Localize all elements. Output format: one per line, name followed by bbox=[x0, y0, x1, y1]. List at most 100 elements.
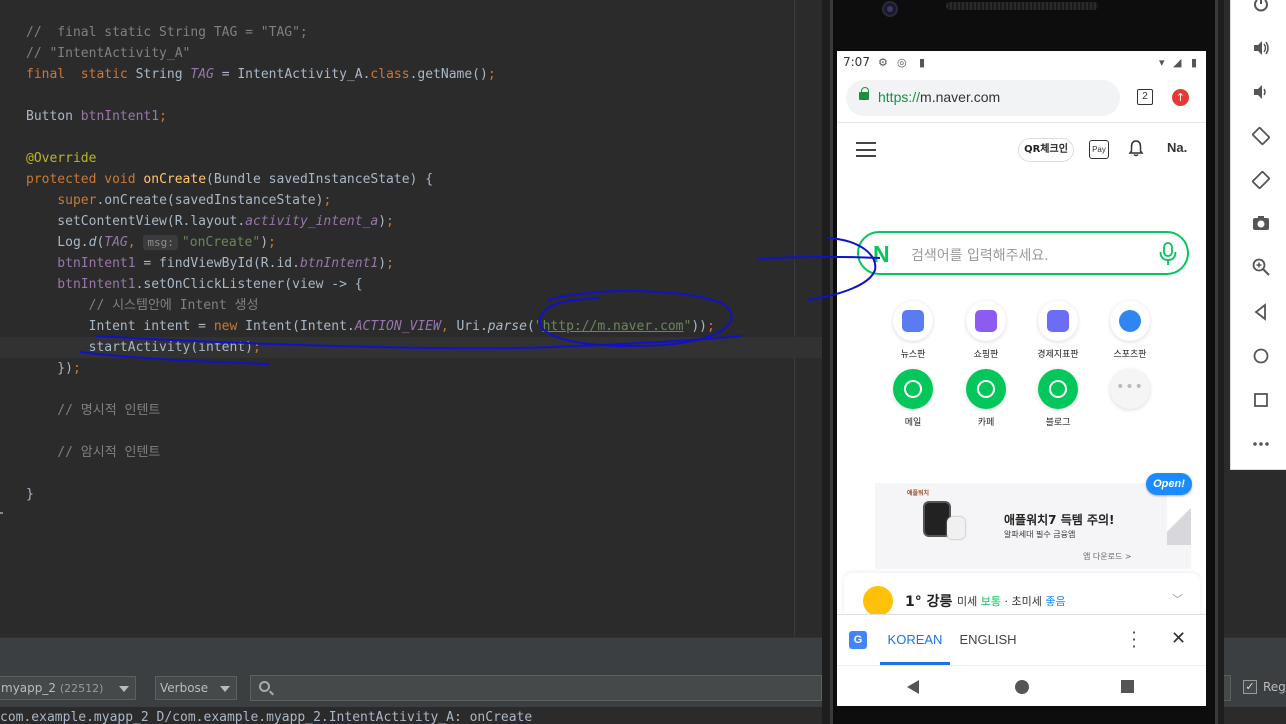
code-token: , bbox=[440, 319, 457, 334]
back-icon[interactable] bbox=[1251, 302, 1271, 322]
code-line[interactable]: // 암시적 인텐트 bbox=[0, 442, 160, 463]
camera-icon bbox=[882, 1, 898, 17]
code-line[interactable]: @Override bbox=[0, 148, 96, 169]
shortcut-glyph bbox=[1049, 380, 1067, 398]
code-token: ) bbox=[378, 214, 387, 229]
tab-english[interactable]: ENGLISH bbox=[955, 615, 1021, 665]
shortcut-item[interactable]: 경제지표판 bbox=[1028, 301, 1088, 360]
dust-mid: · 초미세 bbox=[1001, 595, 1046, 608]
shortcut-label: 카페 bbox=[977, 418, 995, 428]
code-line[interactable]: btnIntent1 = findViewById(R.id.btnIntent… bbox=[0, 253, 394, 274]
back-icon[interactable] bbox=[907, 680, 919, 694]
logcat-search-input[interactable] bbox=[250, 675, 822, 701]
banner-download-link[interactable]: 앱 다운로드 > bbox=[1083, 551, 1132, 562]
shortcut-item[interactable]: 메일 bbox=[883, 369, 943, 428]
code-line[interactable] bbox=[0, 421, 26, 442]
shortcut-item[interactable]: 블로그 bbox=[1028, 369, 1088, 428]
close-icon[interactable]: ✕ bbox=[1171, 628, 1186, 649]
address-bar[interactable]: https://m.naver.com bbox=[846, 80, 1120, 116]
menu-icon[interactable] bbox=[856, 142, 876, 157]
code-line[interactable]: btnIntent1.setOnClickListener(view -> { bbox=[0, 274, 362, 295]
code-token: onCreate bbox=[143, 172, 207, 187]
profile-avatar[interactable]: Na. bbox=[1167, 140, 1187, 155]
translate-bar: G KOREAN ENGLISH · · · ✕ bbox=[837, 614, 1206, 665]
code-line[interactable]: setContentView(R.layout.activity_intent_… bbox=[0, 211, 394, 232]
pay-icon[interactable]: Pay bbox=[1089, 140, 1109, 159]
log-level-select[interactable]: Verbose bbox=[155, 676, 237, 700]
code-line[interactable]: final static String TAG = IntentActivity… bbox=[0, 64, 496, 85]
code-line[interactable]: // 명시적 인텐트 bbox=[0, 400, 160, 421]
shortcut-label: 뉴스판 bbox=[900, 350, 926, 360]
shortcut-icon bbox=[1038, 369, 1078, 409]
code-line[interactable]: Intent intent = new Intent(Intent.ACTION… bbox=[0, 316, 715, 337]
update-icon[interactable]: ↑ bbox=[1172, 89, 1189, 106]
qr-checkin-button[interactable]: QR체크인 bbox=[1018, 138, 1074, 162]
rotate-right-icon[interactable] bbox=[1251, 170, 1271, 190]
code-token: // "IntentActivity_A" bbox=[26, 46, 191, 61]
code-editor[interactable]: // final static String TAG = "TAG"; // "I… bbox=[0, 0, 822, 637]
rotate-left-icon[interactable] bbox=[1251, 126, 1271, 146]
dust-value-fine: 보통 bbox=[980, 595, 1001, 608]
home-icon[interactable] bbox=[1015, 680, 1029, 694]
shortcut-item[interactable]: 쇼핑판 bbox=[956, 301, 1016, 360]
process-select[interactable]: myapp_2 (22512) bbox=[0, 676, 136, 700]
code-token: ) bbox=[378, 256, 387, 271]
code-token: startActivity(intent) bbox=[26, 340, 253, 355]
tab-switcher-button[interactable]: 2 bbox=[1137, 89, 1153, 105]
chevron-down-icon[interactable]: ﹀ bbox=[1172, 591, 1183, 607]
code-line[interactable]: super.onCreate(savedInstanceState); bbox=[0, 190, 331, 211]
phone-screen[interactable]: 7:07 ⚙ ◎ ▮ ▾ ◢ ▮ https://m.naver.com 2 ↑… bbox=[837, 51, 1206, 706]
recents-icon[interactable] bbox=[1121, 680, 1134, 693]
code-line[interactable] bbox=[0, 127, 26, 148]
shortcut-item[interactable]: 스포츠판 bbox=[1100, 301, 1160, 360]
banner-brand: 애플워치 bbox=[907, 490, 930, 497]
code-line[interactable]: protected void onCreate(Bundle savedInst… bbox=[0, 169, 433, 190]
power-icon[interactable] bbox=[1251, 0, 1271, 14]
shortcut-item[interactable]: ••• bbox=[1100, 369, 1160, 415]
code-token: Uri. bbox=[456, 319, 488, 334]
bell-icon[interactable] bbox=[1127, 139, 1145, 157]
code-token: ; bbox=[706, 319, 715, 334]
open-badge[interactable]: Open! bbox=[1146, 473, 1192, 495]
overview-icon[interactable] bbox=[1251, 390, 1271, 410]
code-token: TAG bbox=[190, 67, 214, 82]
status-time: 7:07 bbox=[843, 55, 870, 69]
shortcut-glyph bbox=[902, 310, 924, 332]
code-line[interactable] bbox=[0, 463, 26, 484]
naver-search-input[interactable]: N 검색어를 입력해주세요. bbox=[857, 231, 1189, 275]
page-curl bbox=[1167, 495, 1191, 545]
ad-banner[interactable]: 애플워치 애플워치7 득템 주의! 알파세대 필수 금융앱 앱 다운로드 > O… bbox=[837, 473, 1206, 573]
more-options-icon[interactable]: · · · bbox=[1130, 625, 1138, 655]
code-line[interactable]: startActivity(intent); bbox=[0, 337, 822, 358]
url-host: m.naver.com bbox=[920, 89, 1001, 105]
code-token: protected bbox=[26, 172, 97, 187]
code-line[interactable]: // "IntentActivity_A" bbox=[0, 43, 190, 64]
code-line[interactable]: // 시스템안에 Intent 생성 bbox=[0, 295, 259, 316]
code-line[interactable]: Log.d(TAG, msg: "onCreate"); bbox=[0, 232, 276, 253]
code-line[interactable]: // final static String TAG = "TAG"; bbox=[0, 22, 308, 43]
zoom-icon[interactable] bbox=[1251, 257, 1271, 277]
shortcut-item[interactable]: 카페 bbox=[956, 369, 1016, 428]
regex-label: Rege bbox=[1263, 680, 1286, 694]
mic-icon[interactable] bbox=[1157, 242, 1179, 266]
tab-korean[interactable]: KOREAN bbox=[880, 615, 950, 665]
camera-screenshot-icon[interactable] bbox=[1251, 213, 1271, 233]
more-options-icon[interactable] bbox=[1251, 434, 1271, 454]
home-icon[interactable] bbox=[1251, 346, 1271, 366]
code-line[interactable]: } bbox=[0, 484, 34, 505]
code-token: , bbox=[127, 235, 144, 250]
code-line[interactable]: Button btnIntent1; bbox=[0, 106, 167, 127]
volume-down-icon[interactable] bbox=[1251, 82, 1271, 102]
shortcut-item[interactable]: 뉴스판 bbox=[883, 301, 943, 360]
code-line[interactable] bbox=[0, 379, 26, 400]
regex-checkbox[interactable]: ✓ bbox=[1243, 680, 1257, 694]
code-line[interactable]: }); bbox=[0, 358, 81, 379]
code-token: ; bbox=[159, 109, 167, 124]
speaker-grille bbox=[946, 2, 1098, 10]
volume-up-icon[interactable] bbox=[1251, 38, 1271, 58]
emulator-side-toolbar bbox=[1230, 0, 1286, 470]
code-token: // 명시적 인텐트 bbox=[26, 403, 161, 418]
code-line[interactable] bbox=[0, 85, 26, 106]
